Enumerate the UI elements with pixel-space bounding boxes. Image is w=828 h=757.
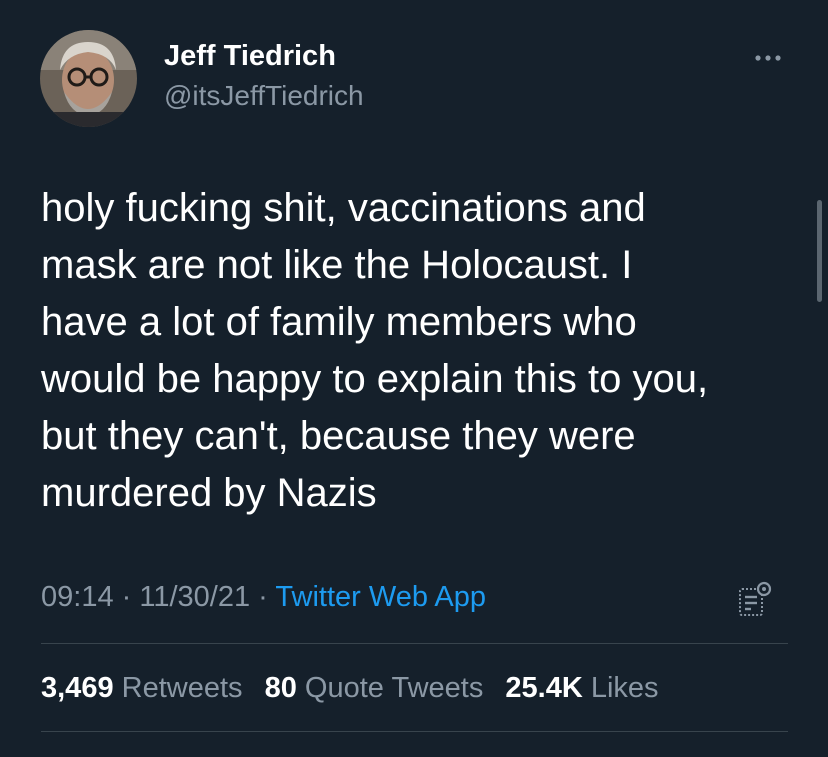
author-handle[interactable]: @itsJeffTiedrich <box>164 80 364 112</box>
quote-tweets-stat[interactable]: 80 Quote Tweets <box>265 672 484 704</box>
meta-separator: · <box>121 581 132 613</box>
quote-tweets-label: Quote Tweets <box>304 672 484 704</box>
tweet-line: would be happy to explain this to you, <box>41 357 709 401</box>
likes-stat[interactable]: 25.4K Likes <box>505 672 658 704</box>
tweet-line: holy fucking shit, vaccinations and <box>41 186 646 230</box>
more-options-button[interactable] <box>748 46 788 70</box>
view-analytics-button[interactable] <box>737 580 773 620</box>
tweet-meta: 09:14 · 11/30/21 · Twitter Web App <box>41 581 486 614</box>
retweets-stat[interactable]: 3,469 Retweets <box>41 672 243 704</box>
divider <box>41 731 788 732</box>
meta-separator: · <box>258 581 268 613</box>
tweet-text: holy fucking shit, vaccinations and mask… <box>41 180 801 522</box>
likes-label: Likes <box>590 672 659 704</box>
tweet-date[interactable]: 11/30/21 <box>139 581 250 613</box>
author-name[interactable]: Jeff Tiedrich <box>164 40 336 73</box>
likes-count: 25.4K <box>505 672 583 704</box>
scrollbar-thumb[interactable] <box>817 200 822 302</box>
author-avatar[interactable] <box>40 30 137 127</box>
more-horizontal-icon <box>755 55 781 61</box>
avatar-photo <box>40 30 137 127</box>
divider <box>41 643 788 644</box>
tweet-line: but they can't, because they were <box>41 414 636 458</box>
tweet-line: mask are not like the Holocaust. I <box>41 243 633 287</box>
analytics-icon <box>739 581 772 616</box>
tweet-line: have a lot of family members who <box>41 300 637 344</box>
quote-tweets-count: 80 <box>264 672 297 704</box>
tweet-stats: 3,469 Retweets 80 Quote Tweets 25.4K Lik… <box>41 672 673 705</box>
tweet-time[interactable]: 09:14 <box>41 581 114 613</box>
tweet-source-link[interactable]: Twitter Web App <box>275 581 486 613</box>
retweets-count: 3,469 <box>41 672 114 704</box>
retweets-label: Retweets <box>121 672 243 704</box>
tweet-line: murdered by Nazis <box>41 471 377 515</box>
